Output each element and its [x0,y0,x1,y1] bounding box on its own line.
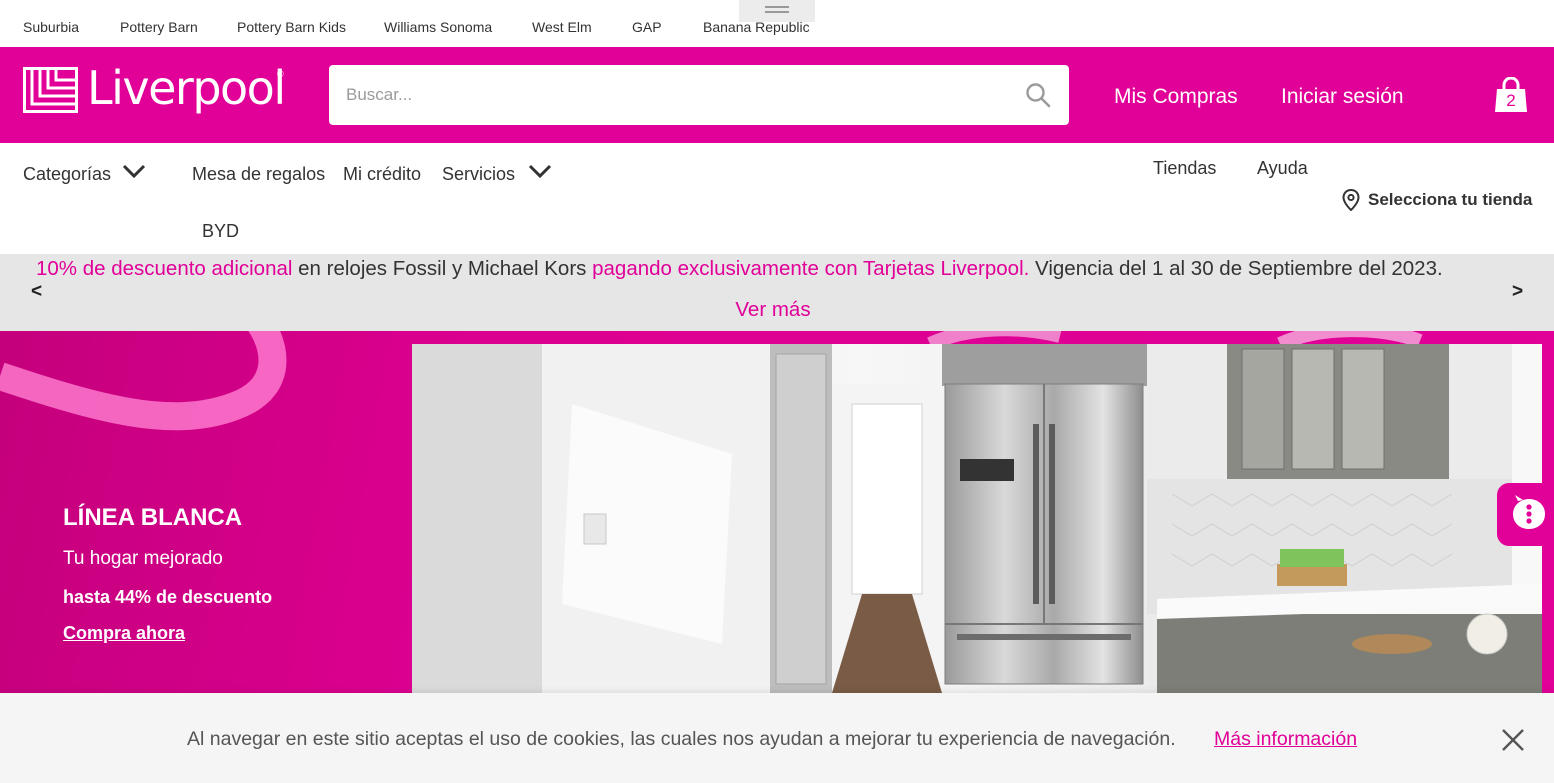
promo-message: 10% de descuento adicional en relojes Fo… [36,257,1443,281]
brand-link-suburbia[interactable]: Suburbia [23,19,79,35]
brand-link-williams-sonoma[interactable]: Williams Sonoma [384,19,492,35]
liverpool-logo-icon [23,67,78,113]
brand-link-pottery-barn-kids[interactable]: Pottery Barn Kids [237,19,346,35]
promo-highlight-discount: 10% de descuento adicional [36,257,293,280]
chevron-down-icon[interactable] [527,163,553,179]
cookie-banner: Al navegar en este sitio aceptas el uso … [0,693,1554,783]
search-box [329,65,1069,125]
brand-link-gap[interactable]: GAP [632,19,662,35]
hero-discount: hasta 44% de descuento [63,587,273,607]
brand-link-pottery-barn[interactable]: Pottery Barn [120,19,198,35]
select-store-link[interactable]: Selecciona tu tienda [1368,190,1532,210]
hero-shop-now-link[interactable]: Compra ahora [63,623,185,644]
registered-mark: ® [277,69,284,79]
kitchen-image [412,344,1542,693]
hero-banner[interactable]: LÍNEA BLANCA Tu hogar mejorado hasta 44%… [0,331,1554,693]
nav-my-credit[interactable]: Mi crédito [343,164,421,185]
my-purchases-link[interactable]: Mis Compras [1114,85,1238,109]
cookie-more-info-link[interactable]: Más información [1214,728,1357,751]
cookie-message: Al navegar en este sitio aceptas el uso … [187,728,1176,750]
drag-handle[interactable] [739,0,815,22]
chevron-down-icon[interactable] [121,163,147,179]
promo-text-brands: en relojes Fossil y Michael Kors [298,257,587,280]
brand-strip: Suburbia Pottery Barn Pottery Barn Kids … [0,0,1554,47]
promo-see-more-link[interactable]: Ver más [0,298,1546,322]
main-header: Liverpool ® Mis Compras Iniciar sesión 2 [0,47,1554,143]
kitchen-photo [412,344,1542,693]
logo-text: Liverpool [87,61,286,115]
nav-categories[interactable]: Categorías [23,164,111,185]
nav-gift-registry[interactable]: Mesa de regalos [192,164,325,185]
chat-button[interactable] [1497,483,1554,546]
search-icon[interactable] [1025,82,1051,108]
location-pin-icon [1342,189,1360,211]
nav-services[interactable]: Servicios [442,164,515,185]
nav-stores[interactable]: Tiendas [1153,158,1216,179]
sign-in-link[interactable]: Iniciar sesión [1281,85,1404,109]
search-input[interactable] [329,65,1009,125]
promo-highlight-cards: pagando exclusivamente con Tarjetas Live… [592,257,1030,280]
promo-banner: 10% de descuento adicional en relojes Fo… [0,255,1554,331]
promo-text-validity: Vigencia del 1 al 30 de Septiembre del 2… [1035,257,1443,280]
nav-help[interactable]: Ayuda [1257,158,1308,179]
close-icon[interactable] [1500,727,1526,753]
cart-count: 2 [1506,91,1516,110]
main-nav: Categorías Mesa de regalos Mi crédito Se… [0,143,1554,255]
chat-icon [1513,495,1545,529]
cart-button[interactable]: 2 [1494,76,1528,113]
hero-title: LÍNEA BLANCA [63,504,243,531]
nav-byd[interactable]: BYD [202,221,239,242]
hero-subtitle: Tu hogar mejorado [63,548,223,569]
liverpool-logo[interactable]: Liverpool ® [23,61,286,125]
brand-link-west-elm[interactable]: West Elm [532,19,592,35]
